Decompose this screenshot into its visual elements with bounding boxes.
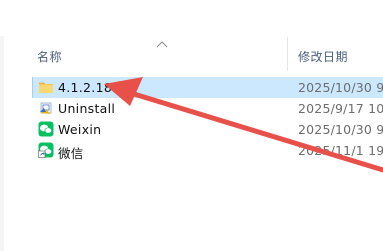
file-name: 微信 [58,146,84,161]
file-name: 4.1.2.18 [58,80,113,95]
file-row-folder-4-1-2-18[interactable]: 4.1.2.18 2025/10/30 9:5 [32,77,383,98]
navigation-pane-edge [0,36,4,251]
column-header-name[interactable]: 名称 [37,48,62,65]
uninstall-app-icon [40,102,52,114]
weixin-shortcut-icon [38,142,54,158]
file-row-weixin-shortcut[interactable]: 微信 2025/11/1 19:4 [32,140,383,161]
file-date: 2025/9/17 10:5 [298,101,383,116]
file-row-weixin[interactable]: Weixin 2025/10/30 9:5 [32,119,383,140]
file-name: Weixin [58,122,102,137]
file-date: 2025/10/30 9:5 [298,80,383,95]
column-header-date-modified[interactable]: 修改日期 [298,48,348,65]
sort-ascending-chevron-icon[interactable] [156,41,168,48]
file-row-uninstall[interactable]: Uninstall 2025/9/17 10:5 [32,98,383,119]
file-date: 2025/10/30 9:5 [298,122,383,137]
weixin-icon [38,121,54,137]
folder-icon [39,82,53,93]
column-divider[interactable] [287,37,288,71]
file-name: Uninstall [58,101,116,116]
explorer-top-area [0,0,383,36]
file-date: 2025/11/1 19:4 [298,143,383,158]
